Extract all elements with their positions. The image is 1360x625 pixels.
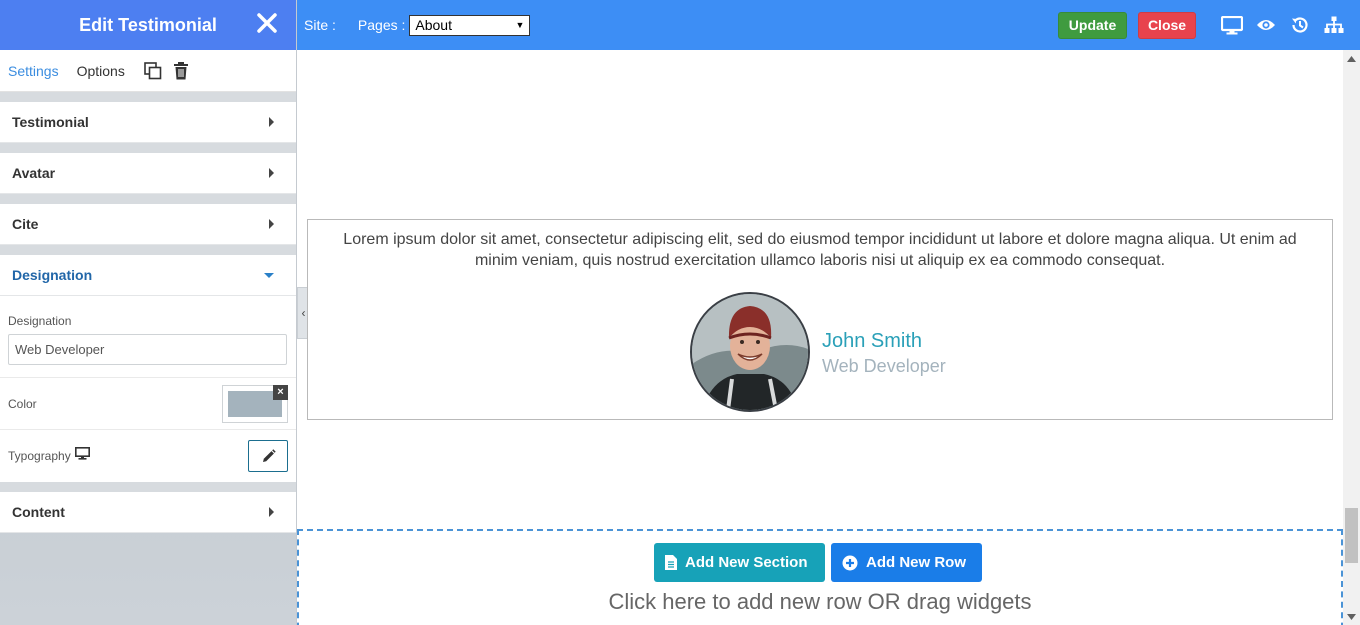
add-section-label: Add New Section (685, 554, 808, 571)
accordion-label: Cite (12, 216, 39, 232)
toolbar-actions: Update Close (1058, 11, 1346, 39)
testimonial-text: Lorem ipsum dolor sit amet, consectetur … (343, 231, 1297, 269)
separator (0, 482, 296, 492)
add-row-label: Add New Row (866, 554, 966, 571)
add-row-dropzone[interactable]: Add New Section Add New Row Click here t… (297, 529, 1343, 625)
close-icon[interactable] (256, 9, 282, 37)
duplicate-icon[interactable] (143, 61, 163, 81)
close-button[interactable]: Close (1138, 11, 1196, 39)
avatar-portrait (692, 294, 808, 410)
designation-panel: Designation Color × Typography (0, 296, 296, 482)
sidebar-tabs: Settings Options (0, 50, 296, 92)
update-button[interactable]: Update (1058, 11, 1127, 39)
separator (0, 194, 296, 204)
scroll-down-icon[interactable] (1343, 608, 1360, 625)
pages-select[interactable]: About ▼ (409, 14, 531, 36)
color-picker[interactable]: × (222, 384, 288, 423)
add-hint-text: Click here to add new row OR drag widget… (608, 589, 1032, 614)
tab-options[interactable]: Options (77, 63, 125, 79)
accordion-label: Designation (12, 267, 93, 283)
pencil-icon (262, 448, 276, 462)
caret-down-icon (264, 272, 274, 278)
vertical-scrollbar[interactable] (1343, 50, 1360, 625)
separator (0, 245, 296, 255)
desktop-icon[interactable] (1220, 13, 1244, 37)
color-row: Color × (0, 378, 296, 430)
sidebar-title: Edit Testimonial (79, 14, 217, 35)
pages-select-value: About (415, 17, 452, 33)
document-icon (665, 555, 677, 570)
site-label: Site : (304, 17, 336, 33)
sidebar-header: Edit Testimonial (0, 0, 296, 50)
add-buttons: Add New Section Add New Row (654, 543, 982, 582)
accordion-testimonial[interactable]: Testimonial (0, 102, 296, 143)
tab-settings[interactable]: Settings (8, 63, 59, 79)
sitemap-icon[interactable] (1322, 13, 1346, 37)
pages-label: Pages : (357, 17, 406, 33)
add-new-section-button[interactable]: Add New Section (654, 543, 825, 582)
eye-icon[interactable] (1254, 13, 1278, 37)
separator (0, 143, 296, 153)
history-icon[interactable] (1288, 13, 1312, 37)
accordion-label: Testimonial (12, 114, 89, 130)
accordion-content[interactable]: Content (0, 492, 296, 533)
designation-field-group: Designation (0, 296, 296, 378)
trash-icon[interactable] (171, 61, 191, 81)
edit-typography-button[interactable] (248, 440, 288, 472)
color-label: Color (8, 396, 37, 411)
accordion-cite[interactable]: Cite (0, 204, 296, 245)
cite-name: John Smith (822, 330, 923, 352)
caret-right-icon (269, 507, 274, 517)
dropdown-arrow-icon: ▼ (515, 20, 525, 30)
avatar (690, 292, 810, 412)
designation-field-label: Designation (8, 314, 72, 328)
top-toolbar: Site : Pages : About ▼ Update Close (297, 0, 1360, 50)
typography-row: Typography (0, 430, 296, 482)
plus-circle-icon (842, 555, 858, 570)
edit-sidebar: Edit Testimonial Settings Options Testim… (0, 0, 297, 625)
accordion-designation[interactable]: Designation (0, 255, 296, 296)
separator (0, 92, 296, 102)
caret-right-icon (269, 168, 274, 178)
caret-right-icon (269, 219, 274, 229)
accordion-label: Avatar (12, 165, 56, 181)
caret-right-icon (269, 117, 274, 127)
typography-label-group: Typography (8, 447, 90, 465)
scrollbar-thumb[interactable] (1345, 508, 1358, 563)
desktop-icon[interactable] (74, 447, 90, 465)
designation-input[interactable] (8, 334, 287, 365)
typography-label: Typography (8, 449, 71, 463)
scroll-up-icon[interactable] (1343, 50, 1360, 67)
testimonial-widget[interactable]: Lorem ipsum dolor sit amet, consectetur … (307, 219, 1333, 420)
add-new-row-button[interactable]: Add New Row (831, 543, 982, 582)
clear-color-icon[interactable]: × (273, 384, 288, 400)
accordion-label: Content (12, 504, 65, 520)
accordion-avatar[interactable]: Avatar (0, 153, 296, 194)
cite-designation: Web Developer (822, 356, 946, 376)
